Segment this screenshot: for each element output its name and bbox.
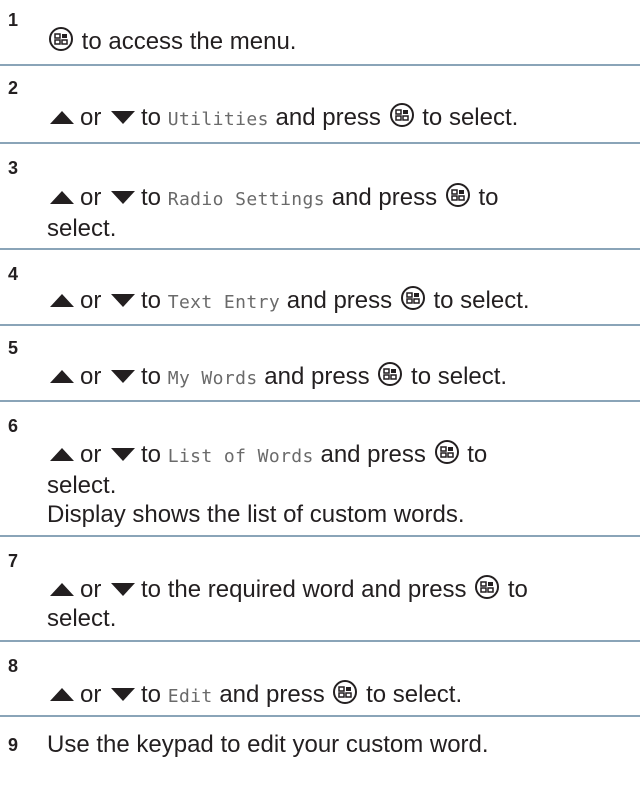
step-number: 4	[8, 264, 19, 284]
or-text: or	[80, 104, 102, 131]
step-9: 9 Use the keypad to edit your custom wor…	[0, 717, 640, 777]
or-text: or	[80, 287, 102, 314]
down-arrow-icon	[111, 111, 136, 124]
step-4: 4 or to Text Entry and press to select.	[0, 250, 640, 326]
step-2: 2 or to Utilities and press to select.	[0, 66, 640, 144]
step-action: to select.	[411, 363, 508, 390]
step-number: 6	[8, 416, 19, 436]
step-action: to select.	[433, 287, 530, 314]
down-arrow-icon	[111, 370, 136, 383]
step-action: to	[507, 576, 528, 603]
down-arrow-icon	[111, 294, 136, 307]
step-number: 9	[8, 735, 19, 755]
to-text: to	[141, 681, 162, 708]
step-text: or to My Words and press to select.	[47, 362, 634, 393]
menu-item-name: My Words	[167, 368, 258, 389]
menu-ok-button-icon	[475, 575, 500, 599]
menu-ok-button-icon	[333, 680, 358, 704]
up-arrow-icon	[50, 688, 74, 701]
to-text: to the required word and press	[141, 576, 467, 603]
or-text: or	[80, 441, 102, 468]
down-arrow-icon	[111, 191, 136, 204]
menu-item-name: Radio Settings	[167, 189, 326, 210]
menu-item-name: List of Words	[167, 446, 314, 467]
step-action: to select.	[366, 681, 463, 708]
and-press-text: and press	[264, 363, 370, 390]
to-text: to	[141, 184, 162, 211]
or-text: or	[80, 184, 102, 211]
step-6: 6 or to List of Words and press to selec…	[0, 402, 640, 537]
step-text: or to Edit and press to select.	[47, 680, 634, 711]
step-result-note: Display shows the list of custom words.	[47, 501, 465, 528]
step-text: to access the menu.	[47, 27, 634, 56]
up-arrow-icon	[50, 583, 74, 596]
and-press-text: and press	[286, 287, 393, 314]
step-number: 7	[8, 551, 19, 571]
to-text: to	[141, 287, 162, 314]
or-text: or	[80, 363, 102, 390]
step-action: to	[478, 184, 499, 211]
menu-ok-button-icon	[378, 362, 403, 386]
step-text: or to Utilities and press to select.	[47, 103, 634, 134]
step-number: 8	[8, 656, 19, 676]
and-press-text: and press	[320, 441, 426, 468]
step-1: 1 to access the menu.	[0, 0, 640, 66]
menu-ok-button-icon	[49, 27, 73, 51]
step-text: or to List of Words and press to select.…	[47, 440, 634, 529]
menu-ok-button-icon	[445, 183, 470, 207]
step-5: 5 or to My Words and press to select.	[0, 326, 640, 402]
menu-item-name: Utilities	[167, 109, 269, 130]
menu-ok-button-icon	[400, 286, 425, 310]
menu-item-name: Text Entry	[167, 292, 281, 313]
up-arrow-icon	[50, 294, 74, 307]
step-number: 5	[8, 338, 19, 358]
or-text: or	[80, 576, 102, 603]
up-arrow-icon	[50, 370, 74, 383]
step-text: or to Text Entry and press to select.	[47, 286, 634, 317]
to-text: to	[141, 363, 162, 390]
step-number: 2	[8, 78, 19, 98]
up-arrow-icon	[50, 111, 74, 124]
step-text: or to the required word and press to sel…	[47, 575, 634, 633]
step-action-continued: select.	[47, 605, 117, 632]
step-8: 8 or to Edit and press to select.	[0, 642, 640, 717]
step-number: 3	[8, 158, 19, 178]
step-action: to select.	[422, 104, 519, 131]
to-text: to	[141, 441, 162, 468]
procedure-steps: 1 to access the menu. 2 or to Utilities …	[0, 0, 640, 777]
step-number: 1	[8, 10, 19, 30]
step-text: Use the keypad to edit your custom word.	[47, 731, 489, 758]
step-action-continued: select.	[47, 215, 117, 242]
or-text: or	[80, 681, 102, 708]
step-text: or to Radio Settings and press to select…	[47, 183, 634, 243]
down-arrow-icon	[111, 583, 136, 596]
down-arrow-icon	[111, 448, 136, 461]
step-action: to	[467, 441, 488, 468]
step-action-continued: select.	[47, 472, 117, 499]
and-press-text: and press	[331, 184, 438, 211]
and-press-text: and press	[219, 681, 325, 708]
step-action: to access the menu.	[81, 28, 297, 55]
up-arrow-icon	[50, 448, 74, 461]
up-arrow-icon	[50, 191, 74, 204]
menu-ok-button-icon	[434, 440, 459, 464]
down-arrow-icon	[111, 688, 136, 701]
menu-ok-button-icon	[389, 103, 414, 127]
step-3: 3 or to Radio Settings and press to sele…	[0, 144, 640, 250]
to-text: to	[141, 104, 162, 131]
and-press-text: and press	[275, 104, 381, 131]
menu-item-name: Edit	[167, 686, 213, 707]
step-7: 7 or to the required word and press to s…	[0, 537, 640, 642]
